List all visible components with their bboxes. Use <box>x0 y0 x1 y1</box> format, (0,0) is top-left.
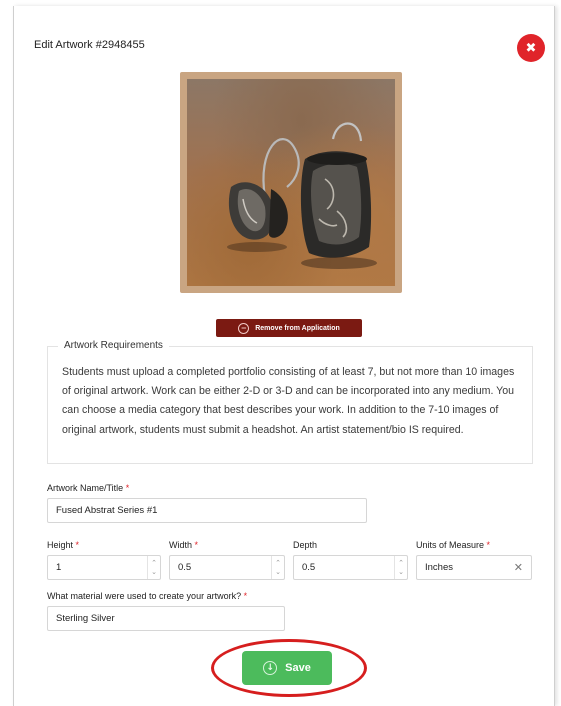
close-icon[interactable]: ✖ <box>517 34 545 62</box>
edit-artwork-modal: Edit Artwork #2948455 ✖ − Remove from Ap… <box>13 6 555 706</box>
width-label: Width * <box>169 540 199 550</box>
width-input[interactable]: 0.5 ⌃ ⌄ <box>169 555 285 580</box>
earrings-illustration <box>227 122 377 269</box>
height-input[interactable]: 1 ⌃ ⌄ <box>47 555 161 580</box>
chevron-down-icon[interactable]: ⌄ <box>398 568 404 577</box>
download-circle-icon: ↓ <box>263 661 278 675</box>
save-area: ↓ Save <box>211 639 367 697</box>
chevron-up-icon[interactable]: ⌃ <box>275 559 281 568</box>
depth-label: Depth <box>293 540 318 550</box>
depth-input[interactable]: 0.5 ⌃ ⌄ <box>293 555 408 580</box>
chevron-up-icon[interactable]: ⌃ <box>398 559 404 568</box>
save-button[interactable]: ↓ Save <box>242 651 332 685</box>
artwork-requirements-fieldset: Artwork Requirements Students must uploa… <box>47 340 533 464</box>
artwork-name-label: Artwork Name/Title * <box>47 483 130 493</box>
modal-title: Edit Artwork #2948455 <box>34 39 145 51</box>
remove-from-application-button[interactable]: − Remove from Application <box>216 319 362 337</box>
minus-circle-icon: − <box>238 322 250 334</box>
artwork-photo <box>187 79 395 286</box>
clear-icon[interactable]: ✕ <box>514 561 523 574</box>
chevron-down-icon[interactable]: ⌄ <box>275 568 281 577</box>
height-label: Height * <box>47 540 80 550</box>
requirements-text: Students must upload a completed portfol… <box>62 366 515 436</box>
chevron-down-icon[interactable]: ⌄ <box>151 568 157 577</box>
width-stepper[interactable]: ⌃ ⌄ <box>271 556 284 579</box>
artwork-name-input[interactable]: Fused Abstrat Series #1 <box>47 498 367 523</box>
artwork-image-frame <box>180 72 402 293</box>
requirements-legend: Artwork Requirements <box>58 340 169 351</box>
depth-stepper[interactable]: ⌃ ⌄ <box>394 556 407 579</box>
height-stepper[interactable]: ⌃ ⌄ <box>147 556 160 579</box>
material-label: What material were used to create your a… <box>47 591 248 601</box>
units-select[interactable]: Inches ✕ <box>416 555 532 580</box>
remove-button-label: Remove from Application <box>255 324 340 332</box>
save-button-label: Save <box>285 662 311 674</box>
chevron-up-icon[interactable]: ⌃ <box>151 559 157 568</box>
units-label: Units of Measure * <box>416 540 491 550</box>
material-input[interactable]: Sterling Silver <box>47 606 285 631</box>
